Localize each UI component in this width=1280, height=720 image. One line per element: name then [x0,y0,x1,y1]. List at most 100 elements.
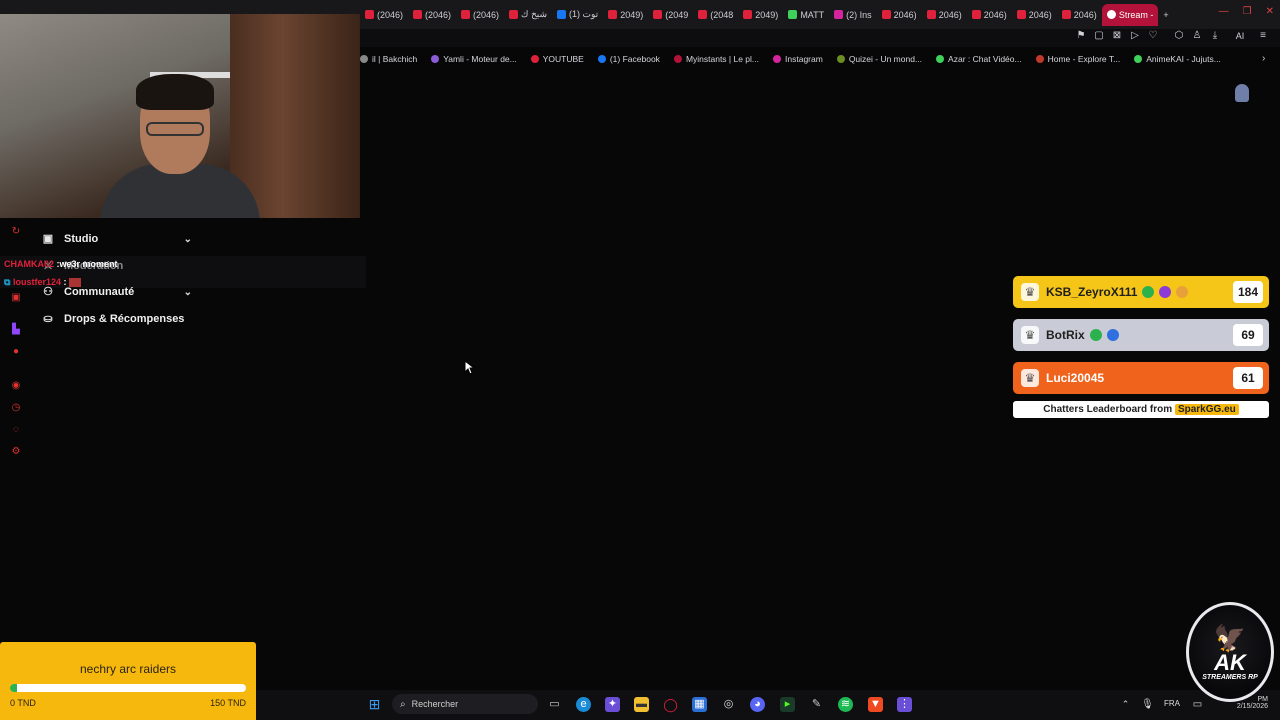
browser-tab[interactable]: MATT [783,4,829,26]
verified-icon [1106,329,1119,341]
browser-tab[interactable]: (2048 [693,4,738,26]
chevron-up-icon[interactable]: ⌃ [1118,697,1133,712]
bookmark-item[interactable]: (1) Facebook [597,54,660,64]
leaderboard-score: 184 [1233,281,1263,303]
tab-favicon-icon [365,10,374,19]
bookmark-item[interactable]: il | Bakchich [360,54,417,64]
bookmark-favicon-icon [360,55,368,63]
language-indicator[interactable]: FRA [1164,699,1180,708]
browser-tab[interactable]: 2049) [738,4,783,26]
bookmark-item[interactable]: Quizei - Un mond... [836,54,922,64]
browser-tab[interactable]: (2046) [456,4,504,26]
crown-icon: ♛ [1021,326,1039,344]
copilot-icon[interactable]: ✦ [605,697,620,712]
kick-icon[interactable]: ▸ [780,697,795,712]
bookmark-favicon-icon [836,55,845,63]
browser-tab[interactable]: (1) توت [552,4,603,26]
windows-start-icon[interactable]: ⊞ [367,697,382,712]
microphone-icon[interactable]: 🎙 [1140,697,1155,712]
obs-icon[interactable]: ◎ [721,697,736,712]
tab-label: 2049) [755,9,779,20]
opera-gx-icon[interactable]: ◯ [663,697,678,712]
bookmark-item[interactable]: AnimeKAI - Jujuts... [1134,54,1221,64]
leaderboard-footer: Chatters Leaderboard from SparkGG.eu [1013,401,1269,418]
speaker-icon [1106,10,1116,19]
tab-favicon-icon [1061,10,1071,19]
extensions-icon[interactable]: ⬡ [1174,31,1184,41]
bookmark-item[interactable]: Instagram [773,54,823,64]
menu-studio[interactable]: ▣ Studio ⌄ [42,233,192,245]
heart-icon[interactable]: ♡ [1148,31,1158,41]
screenshot-icon[interactable]: ▢ [1094,31,1104,41]
menu-icon[interactable]: ≡ [1258,31,1268,41]
goal-max-label: 150 TND [210,698,246,708]
ai-button[interactable]: AI [1232,31,1248,41]
browser-tab[interactable]: شيخ ك [504,4,552,26]
menu-drops[interactable]: ⛀ Drops & Récompenses [42,313,232,325]
bookmark-favicon-icon [530,55,539,63]
bookmark-label: AnimeKAI - Jujuts... [1146,54,1221,64]
close-icon[interactable]: ⊠ [1112,31,1122,41]
store-icon[interactable]: ▦ [692,697,707,712]
browser-tab[interactable]: 2046) [967,4,1012,26]
menu-communaute[interactable]: ⚇ Communauté ⌄ [42,286,192,298]
browser-tab[interactable]: (2046) [408,4,456,26]
record-icon[interactable]: ◉ [10,380,22,392]
crown-icon: ♛ [1021,369,1039,387]
browser-tab[interactable]: 2046) [877,4,922,26]
display-icon[interactable]: ▭ [1190,697,1205,712]
refresh-icon[interactable]: ↻ [10,226,22,238]
browser-tab[interactable]: 2046) [922,4,967,26]
window-controls: — ❐ ✕ [1219,6,1274,17]
reddit-icon[interactable]: ● [10,346,22,358]
chevron-right-icon[interactable]: › [1262,53,1265,64]
close-button[interactable]: ✕ [1266,6,1274,17]
browser-tab[interactable]: (2046) [360,4,408,26]
twitch-icon[interactable]: ▙ [10,324,22,336]
app-icon[interactable]: ✎ [809,697,824,712]
badge-icon [1159,286,1172,298]
apps-grid-icon[interactable]: ⋮ [897,697,912,712]
bookmark-label: Myinstants | Le pl... [685,54,760,64]
new-tab-button[interactable]: + [1158,4,1173,26]
browser-tab[interactable]: 2046) [1012,4,1057,26]
task-view-icon[interactable]: ▭ [547,697,562,712]
chat-text: :we3r moment [56,259,118,269]
bookmark-favicon-icon [1134,55,1143,63]
bookmark-item[interactable]: Azar : Chat Vidéo... [936,54,1022,64]
profile-icon[interactable]: ♙ [1192,31,1202,41]
search-placeholder: Rechercher [411,699,459,709]
leaderboard-row-3: ♛ Luci20045 61 [1013,362,1269,394]
clock-icon[interactable]: ◷ [10,402,22,414]
moderation-icon[interactable]: ▣ [10,292,22,304]
browser-tab-active[interactable]: Stream - [1101,3,1159,26]
bookmark-item[interactable]: YOUTUBE [530,54,584,64]
browser-tab[interactable]: 2049) [603,4,648,26]
play-icon[interactable]: ▷ [1130,31,1140,41]
bookmark-favicon-icon [597,55,606,63]
discord-icon[interactable]: ◕ [750,697,765,712]
badge-icon [1142,286,1155,298]
avatar[interactable] [1235,84,1249,102]
browser-tab[interactable]: (2049 [648,4,693,26]
ak-streamers-logo: 🦅 AK STREAMERS RP [1186,602,1274,702]
brave-icon[interactable]: ▼ [868,697,883,712]
tab-favicon-icon [509,10,519,19]
logo-text: AK [1214,649,1246,675]
bookmark-item[interactable]: Yamli - Moteur de... [431,54,517,64]
tab-label: (2049 [665,9,689,20]
bookmark-icon[interactable]: ⚑ [1076,31,1086,41]
restore-button[interactable]: ❐ [1243,6,1252,17]
browser-tab[interactable]: (2) Ins [829,4,877,26]
taskbar-search[interactable]: ⌕ Rechercher [392,694,538,714]
edge-icon[interactable]: e [576,697,591,712]
spotify-icon[interactable]: ≋ [838,697,853,712]
settings-icon[interactable]: ⚙ [10,446,22,458]
file-explorer-icon[interactable]: ▬ [634,697,649,712]
minimize-button[interactable]: — [1219,6,1229,17]
download-icon[interactable]: ⤓ [1210,31,1220,41]
bookmark-item[interactable]: Home - Explore T... [1035,54,1120,64]
bookmark-item[interactable]: Myinstants | Le pl... [673,54,760,64]
browser-tab[interactable]: 2046) [1057,4,1102,26]
chat-icon[interactable]: ◌ [10,424,22,436]
